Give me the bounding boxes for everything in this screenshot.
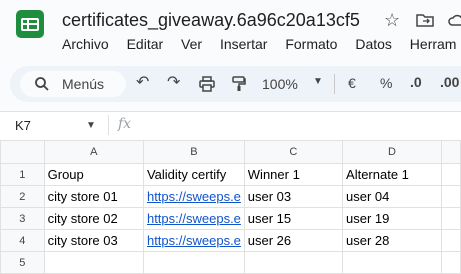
row-header[interactable]: 5 [0, 251, 45, 274]
column-header-e[interactable] [440, 140, 461, 164]
increase-decimal-button[interactable]: .00 [440, 74, 459, 90]
menu-formato[interactable]: Formato [285, 36, 337, 52]
menu-herramientas[interactable]: Herram [410, 36, 457, 52]
certificate-link[interactable]: https://sweeps.e [147, 233, 241, 248]
menu-editar[interactable]: Editar [127, 36, 164, 52]
fx-icon: fx [118, 116, 132, 132]
cell[interactable]: Group [43, 163, 144, 186]
zoom-select[interactable]: 100% [262, 76, 298, 92]
cell[interactable]: user 15 [243, 207, 344, 230]
certificate-link[interactable]: https://sweeps.e [147, 211, 241, 226]
row-header[interactable]: 4 [0, 229, 45, 252]
sheets-logo-icon[interactable] [16, 10, 44, 38]
paint-format-icon[interactable] [231, 76, 247, 92]
print-icon[interactable] [199, 76, 215, 92]
column-header-c[interactable]: C [243, 140, 344, 164]
cell[interactable]: https://sweeps.e [142, 185, 245, 208]
row-header[interactable]: 2 [0, 185, 45, 208]
cell[interactable] [440, 229, 461, 252]
decrease-decimal-button[interactable]: .0 [410, 74, 422, 90]
document-title[interactable]: certificates_giveaway.6a96c20a13cf5 [62, 10, 360, 31]
cell[interactable] [440, 251, 461, 274]
cell[interactable] [243, 251, 344, 274]
cell[interactable]: Winner 1 [243, 163, 344, 186]
currency-format-button[interactable]: € [348, 75, 356, 91]
cell[interactable] [342, 251, 442, 274]
cell[interactable]: https://sweeps.e [142, 229, 245, 252]
column-header-row: A B C D [0, 140, 461, 164]
table-row: 3 city store 02 https://sweeps.e user 15… [0, 207, 461, 230]
cell[interactable]: user 26 [243, 229, 344, 252]
search-label: Menús [62, 76, 105, 92]
table-row: 2 city store 01 https://sweeps.e user 03… [0, 185, 461, 208]
select-all-corner[interactable] [0, 140, 45, 164]
undo-icon[interactable]: ↶ [136, 72, 149, 92]
menu-bar: Archivo Editar Ver Insertar Formato Dato… [62, 36, 461, 52]
cell[interactable] [440, 185, 461, 208]
menu-datos[interactable]: Datos [355, 36, 392, 52]
cell[interactable]: Validity certify [142, 163, 245, 186]
cell[interactable]: https://sweeps.e [142, 207, 245, 230]
cell[interactable] [43, 251, 144, 274]
formula-divider [108, 115, 109, 135]
table-row: 1 Group Validity certify Winner 1 Altern… [0, 163, 461, 186]
search-icon [35, 77, 49, 91]
star-icon[interactable]: ☆ [384, 10, 400, 31]
table-row: 4 city store 03 https://sweeps.e user 26… [0, 229, 461, 252]
cell[interactable] [440, 207, 461, 230]
toolbar-divider [334, 74, 335, 94]
cell[interactable]: city store 01 [43, 185, 144, 208]
move-folder-icon[interactable] [416, 13, 434, 27]
cell[interactable] [440, 163, 461, 186]
cell[interactable]: user 28 [342, 229, 442, 252]
redo-icon[interactable]: ↷ [167, 72, 180, 92]
name-box[interactable]: K7 [15, 118, 31, 133]
spreadsheet-grid: A B C D 1 Group Validity certify Winner … [0, 140, 461, 274]
chevron-down-icon[interactable]: ▼ [313, 76, 323, 87]
cell[interactable]: user 03 [243, 185, 344, 208]
cell[interactable]: Alternate 1 [342, 163, 442, 186]
cell[interactable]: city store 02 [43, 207, 144, 230]
certificate-link[interactable]: https://sweeps.e [147, 189, 241, 204]
percent-format-button[interactable]: % [380, 75, 392, 91]
column-header-d[interactable]: D [342, 140, 442, 164]
cell[interactable]: city store 03 [43, 229, 144, 252]
column-header-a[interactable]: A [43, 140, 144, 164]
chevron-down-icon[interactable]: ▼ [86, 120, 96, 131]
cell[interactable]: user 19 [342, 207, 442, 230]
menu-archivo[interactable]: Archivo [62, 36, 109, 52]
formula-bar [0, 111, 461, 141]
row-header[interactable]: 3 [0, 207, 45, 230]
cloud-status-icon[interactable] [448, 13, 461, 27]
row-header[interactable]: 1 [0, 163, 45, 186]
column-header-b[interactable]: B [142, 140, 245, 164]
table-row: 5 [0, 251, 461, 274]
menu-insertar[interactable]: Insertar [220, 36, 267, 52]
cell[interactable] [142, 251, 245, 274]
menu-ver[interactable]: Ver [181, 36, 202, 52]
cell[interactable]: user 04 [342, 185, 442, 208]
